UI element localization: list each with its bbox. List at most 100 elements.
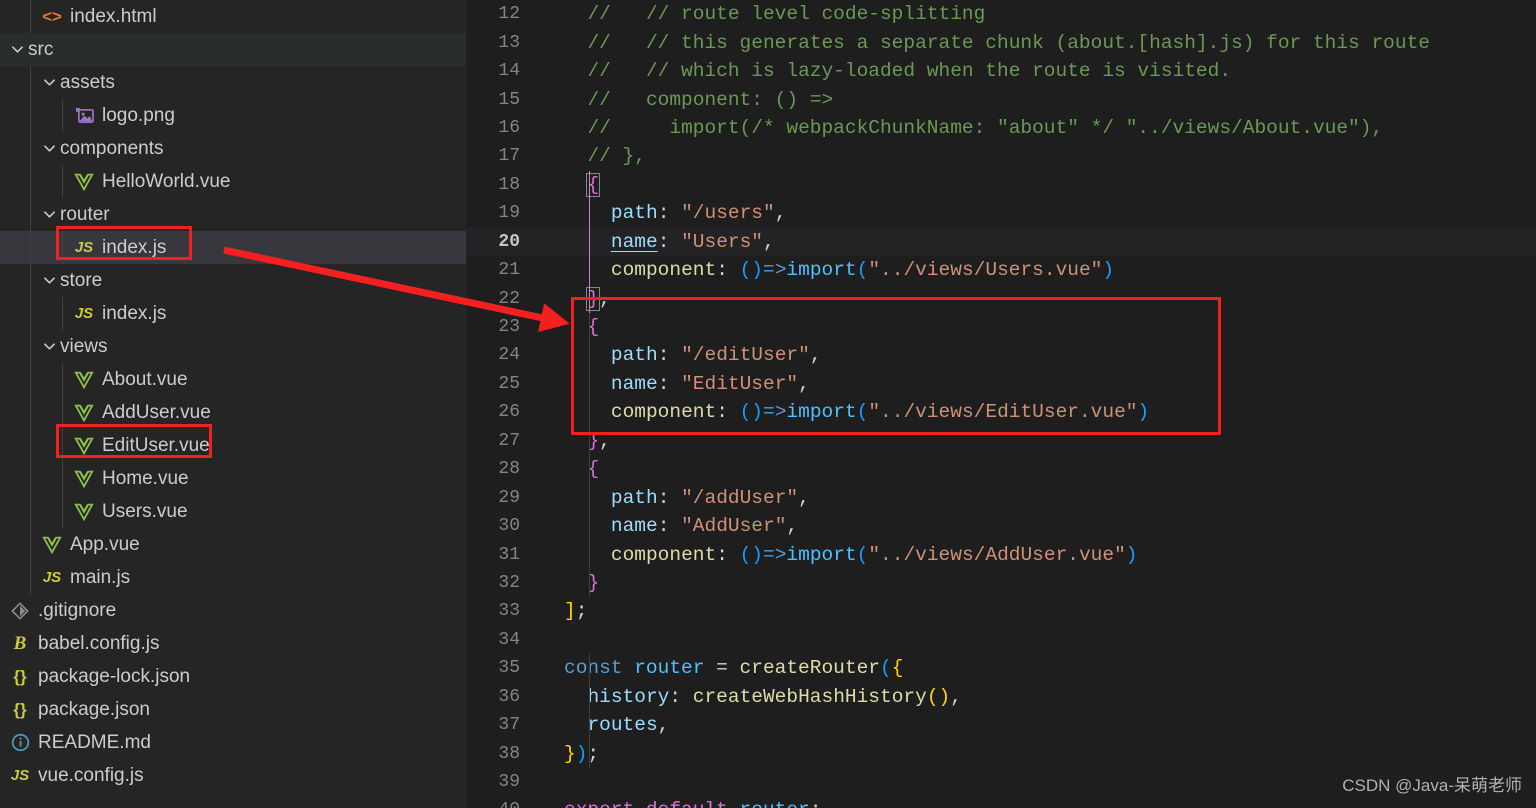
code-line[interactable]: 15 // component: () => [466, 85, 1536, 113]
code-line[interactable]: 16 // import(/* webpackChunkName: "about"… [466, 114, 1536, 142]
code-token: component [610, 543, 717, 566]
line-number: 36 [498, 686, 520, 707]
tree-item-index-js[interactable]: JS index.js [0, 231, 466, 264]
code-line[interactable]: 40 export default router; [466, 796, 1536, 808]
code-token: ( [856, 401, 869, 424]
code-content[interactable]: 12 // // route level code-splitting 13 // /… [466, 0, 1536, 808]
line-number: 21 [498, 260, 520, 281]
csdn-watermark: CSDN @Java-呆萌老师 [1342, 776, 1522, 795]
tree-item-src[interactable]: src [0, 33, 466, 66]
code-token: , [657, 714, 670, 737]
code-token: { [891, 657, 904, 680]
code-line[interactable]: 24 path: "/editUser", [466, 341, 1536, 369]
code-line[interactable]: 21 component: ()=>import("../views/Users.… [466, 256, 1536, 284]
code-line[interactable]: 18{ [466, 171, 1536, 199]
code-token: , [774, 202, 787, 225]
chevron-down-icon[interactable] [40, 142, 58, 155]
code-line[interactable]: 29 path: "/addUser", [466, 483, 1536, 511]
code-token: name [610, 230, 658, 253]
code-line[interactable]: 37 routes, [466, 711, 1536, 739]
editor-vertical-scrollbar[interactable] [1522, 0, 1536, 808]
chevron-down-icon[interactable] [40, 274, 58, 287]
code-line[interactable]: 30 name: "AddUser", [466, 512, 1536, 540]
code-token: "../views/AddUser.vue" [868, 543, 1126, 566]
code-token: const [564, 657, 623, 680]
code-token: router [740, 799, 810, 808]
tree-item-components[interactable]: components [0, 132, 466, 165]
js-icon: JS [74, 305, 94, 322]
tree-item-helloworld-vue[interactable]: HelloWorld.vue [0, 165, 466, 198]
code-token: "/addUser" [681, 486, 799, 509]
chevron-down-icon [11, 46, 23, 53]
code-line[interactable]: 31 component: ()=>import("../views/AddUse… [466, 540, 1536, 568]
file-explorer-panel[interactable]: <> index.html src assets logo.png components H… [0, 0, 466, 808]
tree-item-logo-png[interactable]: logo.png [0, 99, 466, 132]
code-line[interactable]: 35 const router = createRouter({ [466, 654, 1536, 682]
code-line[interactable]: 22}, [466, 284, 1536, 312]
code-token: => [763, 401, 787, 424]
tree-item-index-js[interactable]: JS index.js [0, 297, 466, 330]
tree-item-about-vue[interactable]: About.vue [0, 363, 466, 396]
code-line[interactable]: 14 // // which is lazy-loaded when the ro… [466, 57, 1536, 85]
tree-item-index-html[interactable]: <> index.html [0, 0, 466, 33]
code-line[interactable]: 25 name: "EditUser", [466, 370, 1536, 398]
tree-item-edituser-vue[interactable]: EditUser.vue [0, 429, 466, 462]
tree-item-views[interactable]: views [0, 330, 466, 363]
tree-item-vue-config-js[interactable]: JS vue.config.js [0, 759, 466, 792]
tree-item-home-vue[interactable]: Home.vue [0, 462, 466, 495]
chevron-down-icon[interactable] [8, 43, 26, 56]
tree-item-package-lock-json[interactable]: {} package-lock.json [0, 660, 466, 693]
line-number: 37 [498, 715, 520, 736]
tree-item-assets[interactable]: assets [0, 66, 466, 99]
code-token: : [716, 259, 740, 282]
tree-item-store[interactable]: store [0, 264, 466, 297]
code-line[interactable]: 23{ [466, 313, 1536, 341]
code-token: : [669, 685, 693, 708]
tree-item--gitignore[interactable]: .gitignore [0, 594, 466, 627]
code-token: => [763, 259, 787, 282]
code-token: : [657, 344, 682, 367]
code-line[interactable]: 34 [466, 626, 1536, 654]
tree-item-adduser-vue[interactable]: AddUser.vue [0, 396, 466, 429]
code-line[interactable]: 33]; [466, 597, 1536, 625]
code-line[interactable]: 36 history: createWebHashHistory(), [466, 683, 1536, 711]
vue-icon [72, 470, 96, 488]
code-token: = [704, 657, 740, 680]
line-number: 28 [498, 459, 520, 480]
tree-item-readme-md[interactable]: README.md [0, 726, 466, 759]
code-line[interactable]: 26 component: ()=>import("../views/EditUs… [466, 398, 1536, 426]
code-token: "../views/Users.vue" [868, 259, 1103, 282]
file-tree[interactable]: <> index.html src assets logo.png components H… [0, 0, 466, 792]
tree-item-label: App.vue [70, 533, 140, 555]
tree-item-label: package.json [38, 698, 150, 720]
code-line[interactable]: 17 // }, [466, 142, 1536, 170]
chevron-down-icon[interactable] [40, 340, 58, 353]
code-line[interactable]: 32} [466, 569, 1536, 597]
code-line[interactable]: 19 path: "/users", [466, 199, 1536, 227]
tree-item-router[interactable]: router [0, 198, 466, 231]
chevron-down-icon[interactable] [40, 208, 58, 221]
tree-item-package-json[interactable]: {} package.json [0, 693, 466, 726]
code-token: , [798, 486, 810, 509]
tree-item-babel-config-js[interactable]: Bbabel.config.js [0, 627, 466, 660]
code-token: "EditUser" [681, 372, 799, 395]
code-line[interactable]: 27}, [466, 427, 1536, 455]
vscode-window: <> index.html src assets logo.png components H… [0, 0, 1536, 808]
tree-item-app-vue[interactable]: App.vue [0, 528, 466, 561]
code-editor-panel[interactable]: 12 // // route level code-splitting 13 // /… [466, 0, 1536, 808]
tree-item-users-vue[interactable]: Users.vue [0, 495, 466, 528]
vue-icon [72, 437, 96, 455]
code-line[interactable]: 13 // // this generates a separate chunk … [466, 28, 1536, 56]
code-line[interactable]: 12 // // route level code-splitting [466, 0, 1536, 28]
line-number: 23 [498, 317, 520, 338]
code-line[interactable]: 20 name: "Users", [466, 227, 1536, 256]
code-line[interactable]: 38}); [466, 739, 1536, 767]
code-token: path [610, 202, 658, 225]
tree-item-main-js[interactable]: JS main.js [0, 561, 466, 594]
line-number: 32 [498, 572, 520, 593]
chevron-down-icon[interactable] [40, 76, 58, 89]
code-line[interactable]: 28{ [466, 455, 1536, 483]
vue-icon [72, 404, 96, 422]
vue-icon [74, 404, 94, 422]
tree-item-label: About.vue [102, 368, 188, 390]
